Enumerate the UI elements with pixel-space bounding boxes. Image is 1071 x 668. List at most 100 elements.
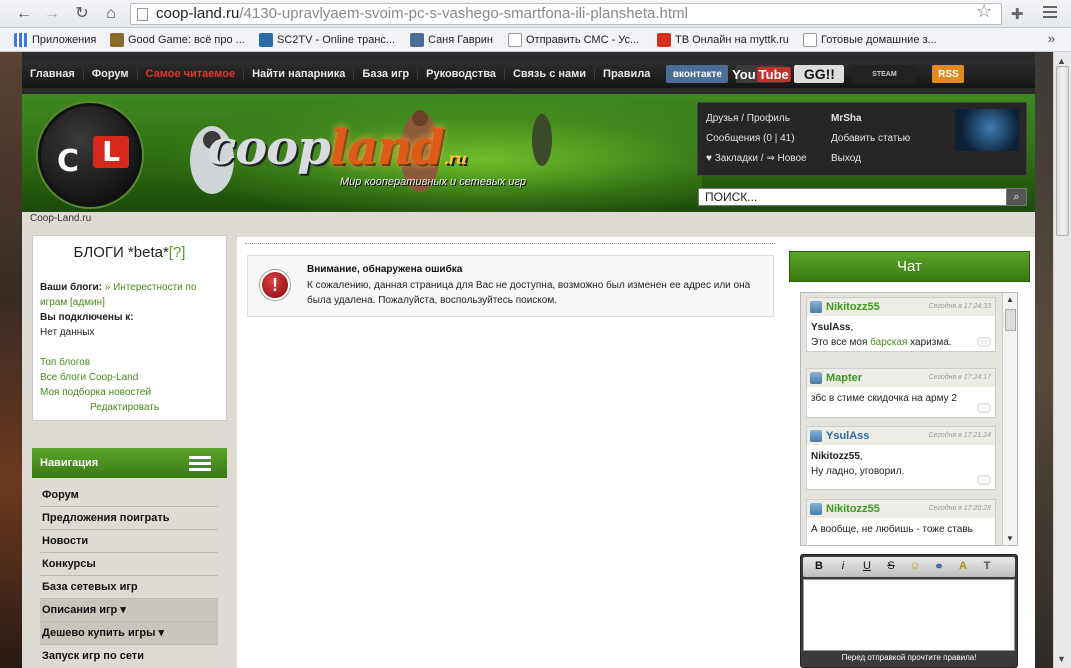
user-icon <box>810 372 822 384</box>
breadcrumb[interactable]: Coop-Land.ru <box>30 213 91 224</box>
blogs-help-link[interactable]: [?] <box>169 244 186 261</box>
bookmarks-new-link[interactable]: ♥ Закладки / ⇒ Новое <box>706 153 807 164</box>
topnav-most-read[interactable]: Самое читаемое <box>138 68 245 80</box>
main-area: Coop-Land.ru БЛОГИ *beta*[?] Ваши блоги:… <box>22 212 1036 668</box>
steam-icon[interactable]: STEAM <box>852 65 917 83</box>
bookmark-sms[interactable]: Отправить СМС - Ус... <box>508 33 639 47</box>
topnav-forum[interactable]: Форум <box>84 68 138 80</box>
bookmarks-bar: Приложения Good Game: всё про ... SC2TV … <box>0 28 1071 52</box>
blogs-panel: БЛОГИ *beta*[?] Ваши блоги: » Интерестно… <box>32 235 227 421</box>
search-input[interactable]: ПОИСК... <box>698 188 1027 206</box>
navigation-header: Навигация <box>32 448 227 478</box>
bookmark-goodgame[interactable]: Good Game: всё про ... <box>110 33 245 47</box>
text-format-icon[interactable]: T <box>975 560 999 572</box>
bold-button[interactable]: B <box>807 560 831 572</box>
topnav-games-db[interactable]: База игр <box>354 68 419 80</box>
reload-icon[interactable]: ↻ <box>72 4 92 24</box>
nav-item-forum[interactable]: Форум <box>40 484 218 507</box>
strike-button[interactable]: S <box>879 560 903 572</box>
back-arrow-icon[interactable]: ← <box>14 4 34 24</box>
topnav-guides[interactable]: Руководства <box>418 68 505 80</box>
all-blogs-link[interactable]: Все блоги Coop-Land <box>40 372 138 383</box>
scroll-down-arrow-icon[interactable]: ▼ <box>1057 654 1066 664</box>
rss-icon[interactable]: RSS <box>932 65 965 83</box>
messages-link[interactable]: Сообщения (0 | 41) <box>706 133 795 144</box>
nav-item-buy-games[interactable]: Дешево купить игры ▾ <box>40 622 218 645</box>
reply-bubble-icon[interactable] <box>977 403 991 413</box>
chat-message: Nikitozz55 Сегодня в 17:20:28 А вообще, … <box>806 499 996 545</box>
site-slogan: Мир кооперативных и сетевых игр <box>340 176 527 188</box>
address-bar[interactable]: coop-land.ru/4130-upravlyaem-svoim-pc-s-… <box>130 3 1002 25</box>
nav-item-contests[interactable]: Конкурсы <box>40 553 218 576</box>
nav-item-game-descriptions[interactable]: Описания игр ▾ <box>40 599 218 622</box>
goodgame-icon <box>110 33 124 47</box>
scrollbar-thumb[interactable] <box>1056 66 1069 236</box>
your-blogs-label: Ваши блоги: <box>40 282 102 293</box>
your-blog-link-cont[interactable]: играм [админ] <box>40 297 105 308</box>
chat-scroll-down-icon[interactable]: ▼ <box>1006 534 1014 543</box>
site-logo[interactable]: coopland.ru <box>207 120 467 176</box>
nav-item-offers[interactable]: Предложения поиграть <box>40 507 218 530</box>
chat-username[interactable]: YsulAss <box>826 430 869 442</box>
nav-item-games-db[interactable]: База сетевых игр <box>40 576 218 599</box>
topnav-home[interactable]: Главная <box>22 68 84 80</box>
menu-icon[interactable] <box>1043 6 1057 20</box>
bookmark-sc2tv[interactable]: SC2TV - Online транс... <box>259 33 395 47</box>
nav-item-news[interactable]: Новости <box>40 530 218 553</box>
my-news-link[interactable]: Моя подборка новостей <box>40 387 151 398</box>
cl-logo[interactable]: C L <box>38 103 142 207</box>
topnav-rules[interactable]: Правила <box>595 68 658 80</box>
bookmark-vk[interactable]: Саня Гаврин <box>410 33 493 47</box>
bookmark-apps[interactable]: Приложения <box>14 33 96 47</box>
avatar[interactable] <box>955 109 1019 151</box>
chat-editor: B i U S ☺ ⚭ A T Перед отправкой прочтите… <box>800 554 1018 668</box>
main-content: ! Внимание, обнаружена ошибка К сожалени… <box>237 237 783 668</box>
topnav-contact[interactable]: Связь с нами <box>505 68 596 80</box>
bookmark-ttk[interactable]: ТВ Онлайн на myttk.ru <box>657 33 789 47</box>
page-icon <box>508 33 522 47</box>
chat-text: YsulAss, Это все моя барская харизма. <box>811 322 952 348</box>
friends-profile-link[interactable]: Друзья / Профиль <box>706 113 790 124</box>
user-icon <box>810 430 822 442</box>
chat-messages: Nikitozz55 Сегодня в 17:24:33 YsulAss, Эт… <box>800 292 1018 546</box>
home-icon[interactable]: ⌂ <box>101 4 121 24</box>
chat-scrollbar[interactable]: ▲ ▼ <box>1002 293 1017 545</box>
url-path: /4130-upravlyaem-svoim-pc-s-vashego-smar… <box>239 5 688 22</box>
edit-blogs-link[interactable]: Редактировать <box>90 402 159 413</box>
chat-message-input[interactable] <box>803 579 1015 651</box>
forward-arrow-icon[interactable]: → <box>42 4 62 24</box>
your-blog-link[interactable]: » Интерестности по <box>105 282 197 293</box>
link-icon[interactable]: ⚭ <box>927 560 951 573</box>
goodgame-icon[interactable]: GG!! <box>794 65 845 83</box>
chat-username[interactable]: Nikitozz55 <box>826 301 880 313</box>
vk-icon[interactable]: вконтакте <box>666 65 729 83</box>
bookmark-homework[interactable]: Готовые домашние з... <box>803 33 937 47</box>
chat-username[interactable]: Nikitozz55 <box>826 503 880 515</box>
font-color-icon[interactable]: A <box>951 560 975 572</box>
username-link[interactable]: MrSha <box>831 113 862 124</box>
bookmarks-more-chevron-icon[interactable]: » <box>1048 31 1055 46</box>
reply-bubble-icon[interactable] <box>977 337 991 347</box>
scroll-up-arrow-icon[interactable]: ▲ <box>1057 56 1066 66</box>
vk-icon <box>410 33 424 47</box>
extension-puzzle-icon[interactable]: ✚ <box>1011 5 1024 23</box>
bookmark-star-icon[interactable]: ☆ <box>976 1 992 22</box>
youtube-icon[interactable]: You Tube <box>732 65 791 83</box>
italic-button[interactable]: i <box>831 560 855 572</box>
rules-note-link[interactable]: Перед отправкой прочтите правила! <box>801 653 1017 662</box>
chat-scroll-thumb[interactable] <box>1005 309 1016 331</box>
add-article-link[interactable]: Добавить статью <box>831 133 910 144</box>
chat-username[interactable]: Mapter <box>826 372 862 384</box>
underline-button[interactable]: U <box>855 560 879 572</box>
page-scrollbar[interactable]: ▲ ▼ <box>1053 52 1071 668</box>
chat-scroll-up-icon[interactable]: ▲ <box>1006 295 1014 304</box>
search-icon[interactable]: ⌕ <box>1006 188 1027 206</box>
topnav-find-partner[interactable]: Найти напарника <box>244 68 355 80</box>
no-data-text: Нет данных <box>40 327 95 338</box>
reply-bubble-icon[interactable] <box>977 475 991 485</box>
logout-link[interactable]: Выход <box>831 153 861 164</box>
error-message: ! Внимание, обнаружена ошибка К сожалени… <box>247 255 774 317</box>
nav-item-lan-games[interactable]: Запуск игр по сети <box>40 645 218 668</box>
top-blogs-link[interactable]: Топ блогов <box>40 357 90 368</box>
smiley-icon[interactable]: ☺ <box>903 560 927 572</box>
